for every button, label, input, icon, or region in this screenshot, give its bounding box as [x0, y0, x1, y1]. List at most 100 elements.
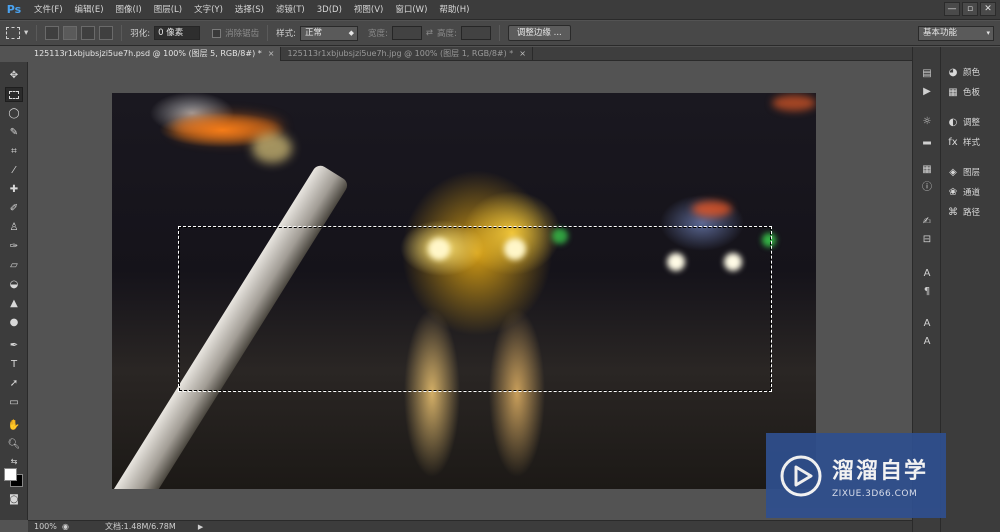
workspace-select[interactable]: 基本功能 ▾ [918, 26, 994, 41]
palette-icon: ◕ [948, 66, 958, 78]
add-to-selection-icon[interactable] [63, 26, 78, 40]
divider [121, 25, 123, 41]
histogram-icon[interactable]: ▂ [919, 133, 935, 147]
move-tool-icon[interactable]: ✥ [5, 68, 23, 83]
type-tool-icon[interactable]: T [5, 357, 23, 372]
menu-layer[interactable]: 图层(L) [148, 0, 188, 20]
eraser-tool-icon[interactable]: ▱ [5, 258, 23, 273]
menu-edit[interactable]: 编辑(E) [69, 0, 110, 20]
paint-bucket-tool-icon[interactable]: ◒ [5, 277, 23, 292]
info-icon[interactable]: ⓘ [919, 181, 935, 195]
new-selection-icon[interactable] [45, 26, 60, 40]
subtract-selection-icon[interactable] [81, 26, 96, 40]
panel-label: 图层 [963, 168, 981, 178]
menu-window[interactable]: 窗口(W) [389, 0, 433, 20]
menu-image[interactable]: 图像(I) [110, 0, 148, 20]
lasso-tool-icon[interactable]: ◯ [5, 106, 23, 121]
zoom-tool-icon[interactable]: 🔍︎ [5, 437, 23, 452]
actions-icon[interactable]: ▶ [919, 85, 935, 99]
blur-tool-icon[interactable]: ▲ [5, 296, 23, 311]
marquee-tool-icon[interactable] [5, 87, 23, 102]
quick-select-tool-icon[interactable]: ✎ [5, 125, 23, 140]
preset-chevron-icon[interactable]: ▾ [24, 28, 28, 38]
channels-icon: ❀ [948, 186, 958, 198]
divider [267, 25, 269, 41]
divider [36, 25, 38, 41]
menu-select[interactable]: 选择(S) [229, 0, 270, 20]
history-icon[interactable]: ▤ [919, 67, 935, 81]
watermark-url: ZIXUE.3D66.COM [832, 488, 918, 499]
menu-type[interactable]: 文字(Y) [188, 0, 229, 20]
watermark: 溜溜自学 ZIXUE.3D66.COM [766, 433, 946, 518]
height-input[interactable] [460, 26, 491, 40]
status-settings-icon[interactable]: ◉ [62, 522, 69, 531]
dodge-tool-icon[interactable]: ● [5, 315, 23, 330]
menu-help[interactable]: 帮助(H) [433, 0, 475, 20]
panel-layers[interactable]: ◈ 图层 [947, 165, 980, 179]
eyedropper-tool-icon[interactable]: ⁄ [5, 163, 23, 178]
minimize-button[interactable]: — [944, 2, 960, 16]
panel-label: 色板 [963, 88, 981, 98]
rectangle-tool-icon[interactable]: ▭ [5, 395, 23, 410]
bokeh-light [772, 95, 816, 111]
paragraph-styles-icon[interactable]: A [919, 335, 935, 349]
marquee-preset-icon[interactable] [6, 27, 20, 39]
close-button[interactable]: ✕ [980, 2, 996, 16]
foreground-color-swatch[interactable] [4, 468, 17, 481]
panel-swatches[interactable]: ▦ 色板 [947, 85, 980, 99]
panel-color[interactable]: ◕ 颜色 [947, 65, 980, 79]
width-input[interactable] [391, 26, 422, 40]
options-bar: ▾ 羽化: 0 像素 消除锯齿 样式: 正常 ◆ 宽度: ⇄ 高度: 调整边缘 … [0, 21, 1000, 46]
status-menu-arrow-icon[interactable]: ▶ [198, 523, 203, 531]
healing-brush-tool-icon[interactable]: ✚ [5, 182, 23, 197]
brush-tool-icon[interactable]: ✐ [5, 201, 23, 216]
marquee-selection[interactable] [178, 226, 772, 392]
hand-tool-icon[interactable]: ✋ [5, 418, 23, 433]
menu-view[interactable]: 视图(V) [348, 0, 389, 20]
menu-filter[interactable]: 滤镜(T) [270, 0, 311, 20]
history-brush-tool-icon[interactable]: ✑ [5, 239, 23, 254]
tab-title: 125113r1xbjubsjzi5ue7h.jpg @ 100% (图层 1,… [287, 49, 514, 58]
close-icon[interactable]: × [519, 49, 526, 58]
menu-file[interactable]: 文件(F) [28, 0, 69, 20]
character-styles-icon[interactable]: A [919, 317, 935, 331]
zoom-level[interactable]: 100% [28, 522, 62, 531]
info-panel-icon[interactable]: ▦ [919, 163, 935, 177]
chevron-down-icon: ◆ [348, 28, 355, 37]
styles-icon: fx [948, 136, 958, 148]
style-select[interactable]: 正常 ◆ [300, 25, 359, 41]
tab-document-jpg[interactable]: 125113r1xbjubsjzi5ue7h.jpg @ 100% (图层 1,… [281, 47, 533, 61]
bokeh-light [692, 201, 732, 217]
panel-label: 颜色 [963, 68, 981, 78]
swap-colors-icon[interactable]: ⇆ [5, 454, 23, 469]
paragraph-icon[interactable]: ¶ [919, 285, 935, 299]
brightness-icon[interactable]: ☼ [919, 115, 935, 129]
antialias-checkbox[interactable] [212, 28, 222, 38]
panel-channels[interactable]: ❀ 通道 [947, 185, 980, 199]
chevron-down-icon: ▾ [986, 29, 990, 37]
clone-stamp-tool-icon[interactable]: ♙ [5, 220, 23, 235]
close-icon[interactable]: × [268, 49, 275, 58]
photoshop-logo[interactable]: Ps [0, 0, 28, 20]
intersect-selection-icon[interactable] [99, 26, 114, 40]
panel-styles[interactable]: fx 样式 [947, 135, 980, 149]
tab-document-psd[interactable]: 125113r1xbjubsjzi5ue7h.psd @ 100% (图层 5,… [28, 47, 282, 61]
document-canvas-image[interactable] [112, 93, 816, 489]
swap-icon[interactable]: ⇄ [426, 28, 433, 38]
crop-tool-icon[interactable]: ⌗ [5, 144, 23, 159]
restore-button[interactable]: ▫ [962, 2, 978, 16]
panel-paths[interactable]: ⌘ 路径 [947, 205, 980, 219]
panel-label: 样式 [963, 138, 981, 148]
character-icon[interactable]: A [919, 267, 935, 281]
quick-mask-icon[interactable]: ◙ [5, 492, 23, 507]
document-info: 文档:1.48M/6.78M [104, 522, 176, 531]
path-select-tool-icon[interactable]: ➚ [5, 376, 23, 391]
refine-edge-button[interactable]: 调整边缘 ... [507, 25, 571, 41]
brush-panel-icon[interactable]: ✍ [919, 215, 935, 229]
feather-input[interactable]: 0 像素 [154, 26, 201, 40]
window-controls: — ▫ ✕ [944, 2, 996, 16]
pen-tool-icon[interactable]: ✒ [5, 338, 23, 353]
menu-3d[interactable]: 3D(D) [311, 0, 348, 20]
brush-presets-icon[interactable]: ⊟ [919, 233, 935, 247]
panel-adjustments[interactable]: ◐ 调整 [947, 115, 980, 129]
